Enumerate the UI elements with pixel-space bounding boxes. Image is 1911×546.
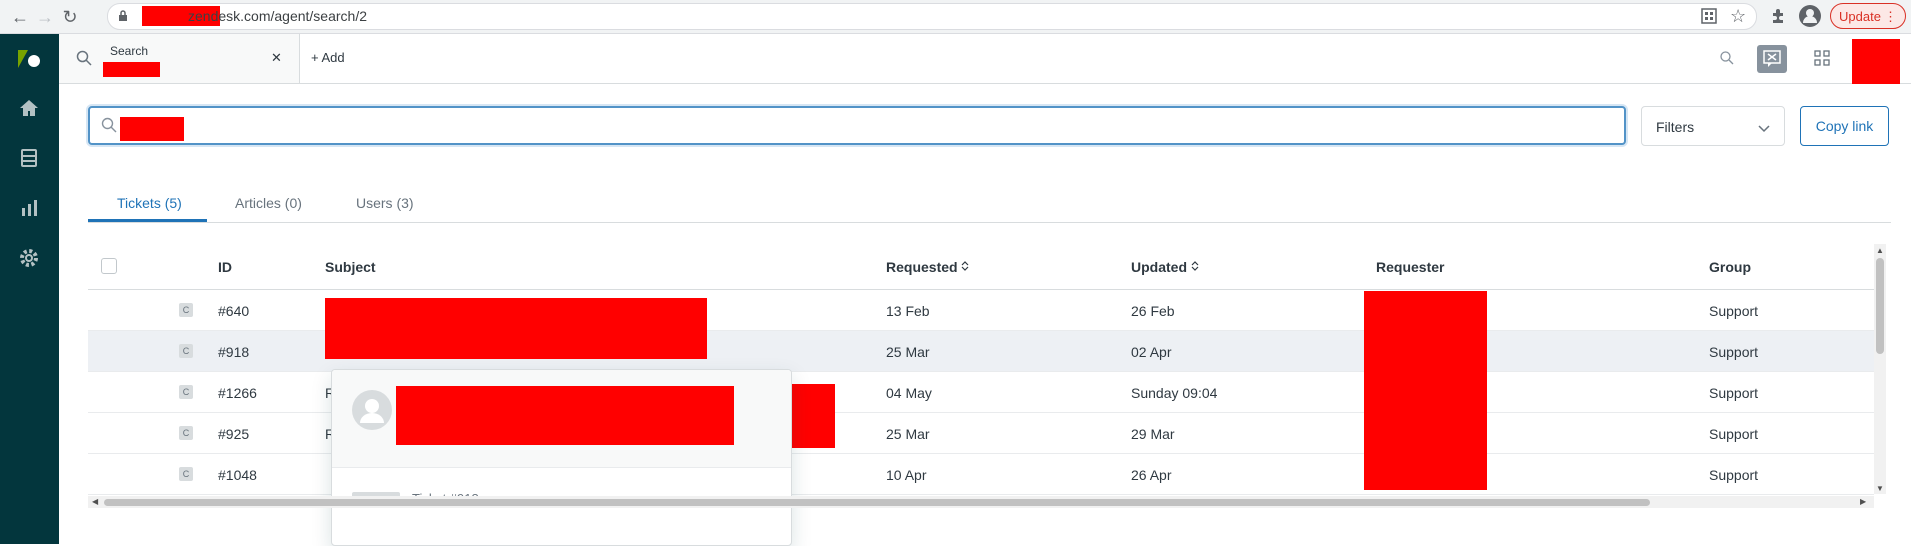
tab-tickets[interactable]: Tickets (5) bbox=[117, 195, 182, 211]
ticket-status-badge: C bbox=[179, 344, 193, 358]
ticket-id[interactable]: #1266 bbox=[218, 385, 257, 401]
conversations-icon[interactable] bbox=[1757, 45, 1787, 73]
select-all-checkbox[interactable] bbox=[101, 258, 117, 274]
filters-dropdown[interactable]: Filters bbox=[1641, 106, 1785, 146]
chevron-down-icon bbox=[1758, 121, 1770, 133]
user-avatar-redaction[interactable] bbox=[1852, 39, 1900, 84]
subject-redaction bbox=[325, 298, 707, 359]
search-icon bbox=[76, 50, 92, 66]
search-workspace-tab[interactable] bbox=[59, 34, 300, 83]
copy-link-button[interactable]: Copy link bbox=[1800, 106, 1889, 146]
forward-icon[interactable]: → bbox=[34, 6, 56, 28]
close-icon[interactable]: ✕ bbox=[271, 50, 282, 66]
reports-icon[interactable] bbox=[17, 197, 41, 221]
ticket-group: Support bbox=[1709, 344, 1759, 360]
ticket-requested: 10 Apr bbox=[886, 467, 927, 483]
settings-icon[interactable] bbox=[17, 247, 41, 271]
search-field-icon bbox=[101, 117, 117, 133]
ticket-group: Support bbox=[1709, 303, 1759, 319]
extensions-icon[interactable] bbox=[1769, 7, 1787, 25]
avatar-icon bbox=[352, 390, 392, 430]
ticket-status-badge: C bbox=[179, 426, 193, 440]
horizontal-scroll-thumb[interactable] bbox=[104, 499, 1650, 506]
header-requested-label: Requested bbox=[886, 259, 958, 275]
update-menu-icon: ⋮ bbox=[1884, 9, 1897, 24]
header-search-icon[interactable] bbox=[1720, 51, 1734, 65]
zendesk-logo[interactable] bbox=[16, 48, 42, 70]
plus-icon: + bbox=[311, 50, 319, 65]
search-query-redaction bbox=[120, 117, 184, 141]
header-subject[interactable]: Subject bbox=[325, 259, 376, 275]
apps-icon[interactable] bbox=[1814, 50, 1830, 66]
search-input[interactable] bbox=[88, 106, 1626, 145]
url-text[interactable]: zendesk.com/agent/search/2 bbox=[188, 8, 367, 24]
ticket-group: Support bbox=[1709, 385, 1759, 401]
sort-icon bbox=[1191, 259, 1199, 275]
active-tab-indicator bbox=[88, 219, 207, 222]
ticket-updated: 29 Mar bbox=[1131, 426, 1175, 442]
ticket-status-badge: C bbox=[179, 467, 193, 481]
back-icon[interactable]: ← bbox=[9, 6, 31, 28]
ticket-status-badge: C bbox=[179, 303, 193, 317]
reload-icon[interactable]: ↻ bbox=[59, 6, 81, 28]
update-button[interactable]: Update ⋮ bbox=[1830, 3, 1906, 29]
ticket-group: Support bbox=[1709, 467, 1759, 483]
hover-card-title-redaction bbox=[396, 386, 734, 445]
scroll-up-icon[interactable]: ▲ bbox=[1876, 246, 1884, 255]
profile-icon[interactable] bbox=[1799, 5, 1821, 27]
tab-users[interactable]: Users (3) bbox=[356, 195, 414, 211]
search-tab-subtitle-redaction bbox=[103, 62, 160, 77]
header-id[interactable]: ID bbox=[218, 259, 232, 275]
search-tab-title: Search bbox=[110, 44, 149, 58]
header-requester[interactable]: Requester bbox=[1376, 259, 1444, 275]
ticket-group: Support bbox=[1709, 426, 1759, 442]
header-requested[interactable]: Requested bbox=[886, 259, 969, 275]
vertical-scroll-thumb[interactable] bbox=[1876, 258, 1884, 354]
ticket-updated: Sunday 09:04 bbox=[1131, 385, 1218, 401]
requester-redaction bbox=[1364, 291, 1487, 490]
ticket-updated: 26 Apr bbox=[1131, 467, 1172, 483]
ticket-requested: 25 Mar bbox=[886, 426, 930, 442]
scroll-right-icon[interactable]: ▶ bbox=[1860, 497, 1866, 506]
header-group[interactable]: Group bbox=[1709, 259, 1751, 275]
ticket-id[interactable]: #640 bbox=[218, 303, 249, 319]
sort-icon bbox=[961, 259, 969, 275]
header-updated[interactable]: Updated bbox=[1131, 259, 1199, 275]
ticket-updated: 26 Feb bbox=[1131, 303, 1175, 319]
update-label: Update bbox=[1839, 9, 1881, 24]
subject-redaction bbox=[790, 384, 835, 448]
ticket-requested: 25 Mar bbox=[886, 344, 930, 360]
lock-icon[interactable] bbox=[118, 10, 128, 21]
tabs-divider bbox=[88, 222, 1891, 223]
ticket-id[interactable]: #1048 bbox=[218, 467, 257, 483]
filters-label: Filters bbox=[1656, 119, 1695, 135]
ticket-id[interactable]: #918 bbox=[218, 344, 249, 360]
ticket-updated: 02 Apr bbox=[1131, 344, 1172, 360]
add-label: Add bbox=[321, 50, 345, 65]
add-tab-button[interactable]: + Add bbox=[311, 50, 345, 65]
tab-articles[interactable]: Articles (0) bbox=[235, 195, 302, 211]
qr-icon[interactable] bbox=[1701, 8, 1717, 24]
ticket-id[interactable]: #925 bbox=[218, 426, 249, 442]
star-icon[interactable]: ☆ bbox=[1730, 6, 1746, 27]
header-updated-label: Updated bbox=[1131, 259, 1187, 275]
views-icon[interactable] bbox=[17, 147, 41, 171]
ticket-requested: 13 Feb bbox=[886, 303, 930, 319]
scroll-down-icon[interactable]: ▼ bbox=[1876, 484, 1884, 493]
scroll-left-icon[interactable]: ◀ bbox=[92, 497, 98, 506]
ticket-status-badge: C bbox=[179, 385, 193, 399]
ticket-requested: 04 May bbox=[886, 385, 932, 401]
ticket-hover-card: Ticket #918 bbox=[331, 369, 792, 546]
home-icon[interactable] bbox=[17, 97, 41, 121]
